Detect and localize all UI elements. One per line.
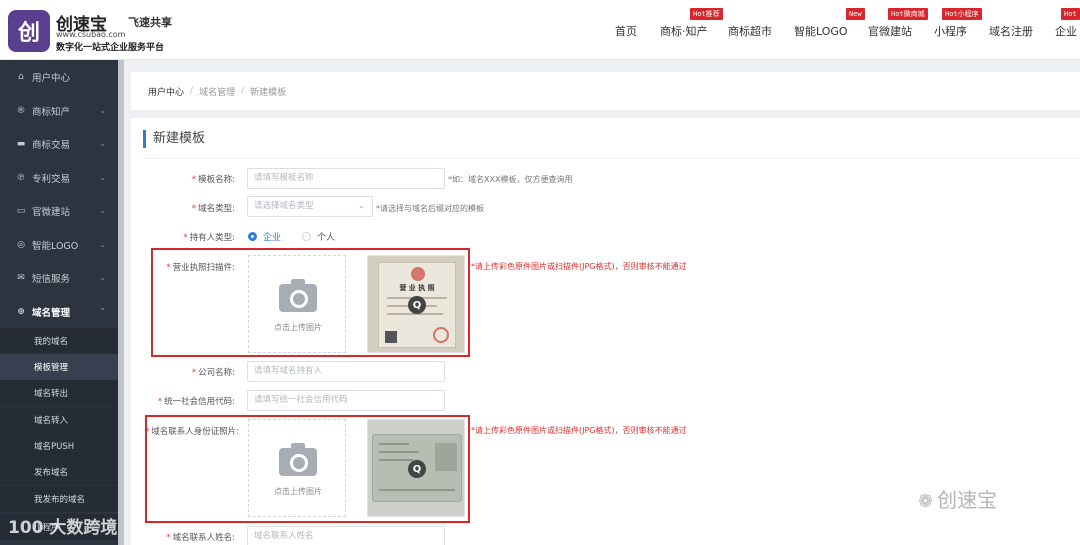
holder-type-individual-radio[interactable] (302, 232, 311, 241)
breadcrumb-current: 新建模板 (250, 87, 287, 98)
nav-mini-program[interactable]: 小程序 (934, 23, 967, 39)
contact-name-input[interactable]: 域名联系人姓名 (247, 526, 445, 545)
sidebar-subitem-domain-transfer-out[interactable]: 域名转出 (0, 380, 118, 406)
nav-domain-register[interactable]: 域名注册 (989, 23, 1033, 39)
sidebar-item-official-site[interactable]: ▭ 官微建站 ⌄ (0, 194, 118, 227)
nav-badge-new: New (846, 8, 865, 20)
template-name-input[interactable]: 请填写模板名称 (247, 168, 445, 189)
sidebar: ⌂ 用户中心 ® 商标知产 ⌄ ▬ 商标交易 ⌄ ℗ 专利交易 ⌄ ▭ 官微建站… (0, 60, 118, 545)
sidebar-scrollbar[interactable] (118, 60, 124, 545)
sidebar-item-user-center[interactable]: ⌂ 用户中心 (0, 60, 118, 93)
sidebar-item-label: 商标交易 (32, 139, 71, 151)
chevron-down-icon: ⌄ (99, 273, 106, 282)
wechat-icon: ❁ (918, 491, 934, 512)
nav-official-site[interactable]: 官微建站 (868, 23, 912, 39)
nav-badge-hot: Hot (1061, 8, 1080, 20)
highlight-box-id-card (145, 415, 470, 523)
brand-mark: 飞速共享 (128, 16, 172, 29)
chevron-down-icon: ⌄ (99, 206, 106, 215)
globe-icon: ⊕ (17, 306, 25, 317)
highlight-box-license (151, 248, 470, 357)
slogan: 数字化一站式企业服务平台 (56, 43, 165, 53)
trademark-icon: ® (16, 105, 26, 116)
sidebar-item-label: 短信服务 (32, 273, 71, 285)
sidebar-item-label: 域名管理 (32, 307, 71, 319)
sidebar-item-label: 专利交易 (32, 173, 71, 185)
sidebar-item-smart-logo[interactable]: ◎ 智能LOGO ⌄ (0, 228, 118, 261)
sidebar-item-domain-management[interactable]: ⊕ 域名管理 ⌃ (0, 295, 118, 328)
top-header: 创 创速宝 飞速共享 www.csubao.com 数字化一站式企业服务平台 首… (0, 0, 1080, 60)
company-name-input[interactable]: 请填写域名持有人 (247, 361, 445, 382)
logo-icon[interactable]: 创 (8, 10, 50, 52)
monitor-icon: ▭ (16, 205, 26, 216)
chevron-down-icon: ⌄ (357, 201, 365, 211)
sidebar-item-label: 官微建站 (32, 206, 71, 218)
sidebar-subitem-publish-domain[interactable]: 发布域名 (0, 459, 118, 485)
contact-name-label: * 域名联系人姓名: (166, 533, 235, 543)
chevron-down-icon: ⌄ (99, 139, 106, 148)
watermark-bottom-left: 100 大数跨境 (8, 518, 118, 538)
domain-type-hint: *请选择与域名后缀对应的模板 (376, 204, 484, 213)
breadcrumb-separator: / (241, 86, 245, 96)
license-hint: *请上传彩色原件图片或扫描件(JPG格式)，否则审核不能通过 (471, 262, 687, 271)
breadcrumb-user-center[interactable]: 用户中心 (148, 85, 184, 98)
chevron-down-icon: ⌄ (99, 173, 106, 182)
nav-enterprise[interactable]: 企业 (1055, 23, 1077, 39)
nav-badge-hot-mall: Hot微商城 (888, 8, 928, 20)
sidebar-item-trademark-trade[interactable]: ▬ 商标交易 ⌄ (0, 127, 118, 160)
sidebar-item-label: 商标知产 (32, 106, 71, 118)
breadcrumb-separator: / (190, 86, 194, 96)
nav-trademark-ip[interactable]: 商标·知产 (660, 23, 708, 39)
credit-code-input[interactable]: 请填写统一社会信用代码 (247, 390, 445, 411)
sidebar-item-trademark-ip[interactable]: ® 商标知产 ⌄ (0, 94, 118, 127)
sidebar-subitem-my-published-domains[interactable]: 我发布的域名 (0, 486, 118, 512)
nav-badge-hot-recommend: Hot推荐 (690, 8, 723, 20)
holder-type-enterprise-radio[interactable] (248, 232, 257, 241)
holder-type-enterprise-label[interactable]: 企业 (263, 230, 281, 243)
chevron-down-icon: ⌄ (99, 106, 106, 115)
watermark-wechat: ❁ 创速宝 (918, 488, 998, 512)
sidebar-subitem-domain-transfer-in[interactable]: 域名转入 (0, 407, 118, 433)
id-card-hint: *请上传彩色原件图片或扫描件(JPG格式)，否则审核不能通过 (471, 426, 687, 435)
template-name-label: * 模板名称: (191, 175, 235, 185)
sidebar-subitem-template-management[interactable]: 模板管理 (0, 354, 118, 380)
sidebar-subitem-my-domains[interactable]: 我的域名 (0, 328, 118, 354)
credit-code-label: * 统一社会信用代码: (157, 397, 235, 407)
sidebar-item-label: 智能LOGO (32, 240, 79, 252)
nav-home[interactable]: 首页 (615, 23, 637, 39)
sidebar-item-sms[interactable]: ✉ 短信服务 ⌄ (0, 261, 118, 294)
holder-type-label: * 持有人类型: (183, 233, 235, 243)
nav-smart-logo[interactable]: 智能LOGO (794, 23, 848, 39)
chevron-up-icon: ⌃ (99, 307, 106, 316)
domain-type-placeholder: 请选择域名类型 (254, 201, 314, 211)
mail-icon: ✉ (17, 272, 25, 283)
divider (143, 158, 1080, 159)
page-title: 新建模板 (143, 130, 205, 148)
chevron-down-icon: ⌄ (99, 240, 106, 249)
cart-icon: ▬ (16, 138, 26, 149)
new-template-form: 新建模板 * 模板名称: 请填写模板名称 *如：域名XXX模板，仅方便查询用 * 域… (131, 118, 1080, 545)
breadcrumb-domain-management[interactable]: 域名管理 (199, 85, 235, 98)
template-name-hint: *如：域名XXX模板，仅方便查询用 (448, 175, 573, 184)
company-name-label: * 公司名称: (191, 368, 235, 378)
target-icon: ◎ (17, 239, 25, 250)
sidebar-subitem-domain-push[interactable]: 域名PUSH (0, 433, 118, 459)
domain-type-select[interactable]: 请选择域名类型 ⌄ (247, 196, 373, 217)
holder-type-individual-label[interactable]: 个人 (317, 230, 335, 243)
nav-badge-hot-miniprogram: Hot小程序 (942, 8, 982, 20)
site-url: www.csubao.com (56, 30, 126, 39)
nav-trademark-market[interactable]: 商标超市 (728, 23, 772, 39)
home-icon: ⌂ (18, 71, 24, 82)
domain-type-label: * 域名类型: (191, 204, 235, 214)
breadcrumb: 用户中心 / 域名管理 / 新建模板 (131, 72, 1080, 110)
sidebar-item-patent-trade[interactable]: ℗ 专利交易 ⌄ (0, 161, 118, 194)
patent-icon: ℗ (16, 172, 26, 183)
sidebar-item-label: 用户中心 (32, 72, 71, 84)
